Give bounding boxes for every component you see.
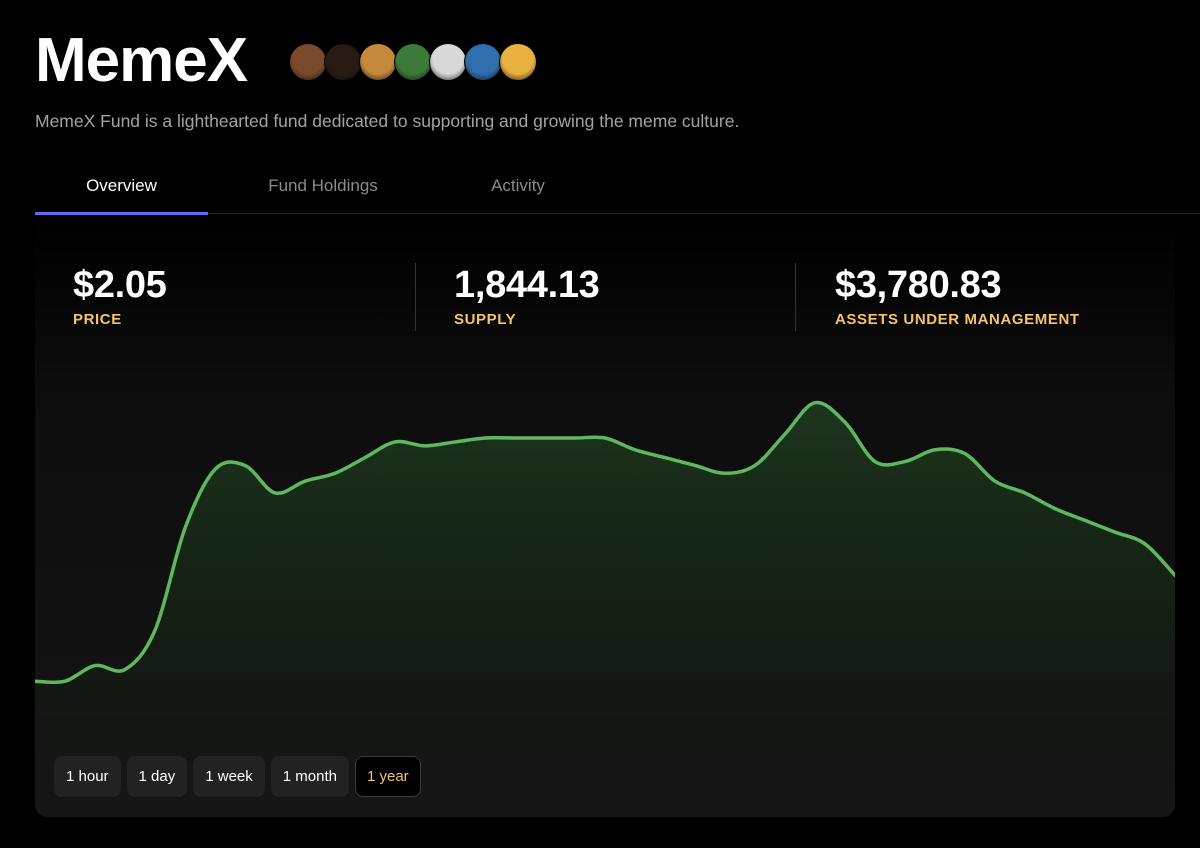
overview-card: $2.05 PRICE 1,844.13 SUPPLY $3,780.83 AS… — [35, 215, 1175, 817]
supply-label: SUPPLY — [454, 311, 517, 328]
tab-overview[interactable]: Overview — [35, 158, 208, 215]
price-area-fill — [35, 402, 1175, 817]
app-title: MemeX — [35, 26, 248, 95]
tab-activity[interactable]: Activity — [438, 158, 598, 214]
page: MemeX MemeX Fund is a lighthearted fund … — [0, 0, 1200, 848]
price-label: PRICE — [73, 311, 122, 328]
range-1-hour-button[interactable]: 1 hour — [54, 756, 121, 797]
aum-label: ASSETS UNDER MANAGEMENT — [835, 311, 1080, 328]
stat-supply: 1,844.13 SUPPLY — [415, 263, 600, 331]
tab-bar: Overview Fund Holdings Activity — [35, 158, 1200, 215]
range-1-month-button[interactable]: 1 month — [270, 756, 349, 797]
price-value: $2.05 — [73, 264, 167, 306]
duck-avatar[interactable] — [359, 43, 398, 81]
cowboy-avatar[interactable] — [499, 43, 538, 81]
dartboard-avatar[interactable] — [429, 43, 468, 81]
range-1-year-button[interactable]: 1 year — [354, 756, 421, 797]
header: MemeX — [35, 26, 538, 95]
bear-avatar[interactable] — [289, 43, 328, 81]
stats-row: $2.05 PRICE 1,844.13 SUPPLY $3,780.83 AS… — [35, 263, 1175, 331]
stat-aum: $3,780.83 ASSETS UNDER MANAGEMENT — [795, 263, 1080, 331]
time-range-selector: 1 hour 1 day 1 week 1 month 1 year — [54, 756, 427, 797]
wolf-avatar[interactable] — [464, 43, 503, 81]
dark-mask-avatar[interactable] — [324, 43, 363, 81]
supply-value: 1,844.13 — [454, 264, 600, 306]
fund-description: MemeX Fund is a lighthearted fund dedica… — [35, 111, 740, 131]
range-1-day-button[interactable]: 1 day — [126, 756, 188, 797]
aum-value: $3,780.83 — [835, 264, 1002, 306]
holding-avatars — [289, 43, 538, 81]
stat-price: $2.05 PRICE — [73, 263, 167, 331]
range-1-week-button[interactable]: 1 week — [193, 756, 265, 797]
green-frog-avatar[interactable] — [394, 43, 433, 81]
tab-fund-holdings[interactable]: Fund Holdings — [208, 158, 438, 214]
